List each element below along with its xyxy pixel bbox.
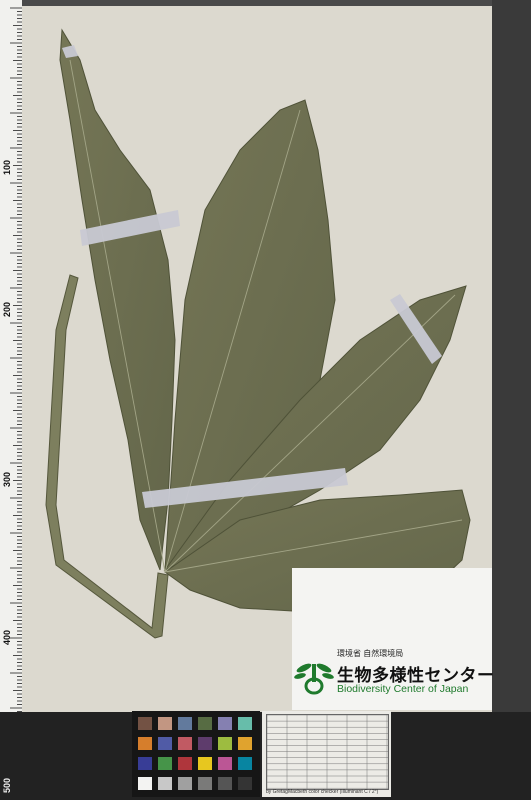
color-patch (218, 737, 232, 750)
color-patch (178, 717, 192, 730)
color-patch (238, 717, 252, 730)
color-patch (158, 777, 172, 790)
color-patch (198, 737, 212, 750)
color-patch (138, 717, 152, 730)
color-reference-table (266, 714, 389, 790)
leaf-lobe-left (59, 28, 176, 571)
center-name-en: Biodiversity Center of Japan (337, 683, 469, 695)
color-patch (238, 757, 252, 770)
color-patch (138, 777, 152, 790)
color-card-caption: by GretagMacbeth color checker (Illumina… (266, 789, 379, 795)
color-patch (218, 757, 232, 770)
color-checker (132, 711, 260, 797)
color-patch (178, 777, 192, 790)
color-patch (158, 717, 172, 730)
color-patch (198, 777, 212, 790)
color-patch (158, 757, 172, 770)
color-patch (138, 757, 152, 770)
color-patch (218, 777, 232, 790)
herbarium-specimen-photo: 100 200 300 400 500 環境省 自然環境局 生物多様性センター … (0, 0, 531, 800)
color-patch (238, 777, 252, 790)
biodiversity-logo-icon (294, 663, 334, 695)
ministry-label: 環境省 自然環境局 (337, 649, 404, 658)
color-patch (238, 737, 252, 750)
color-patch (158, 737, 172, 750)
color-patch (198, 717, 212, 730)
color-patch (198, 757, 212, 770)
color-patch (178, 757, 192, 770)
color-patch (178, 737, 192, 750)
color-patch (138, 737, 152, 750)
ruler-label-500: 500 (2, 778, 12, 794)
color-patch (218, 717, 232, 730)
